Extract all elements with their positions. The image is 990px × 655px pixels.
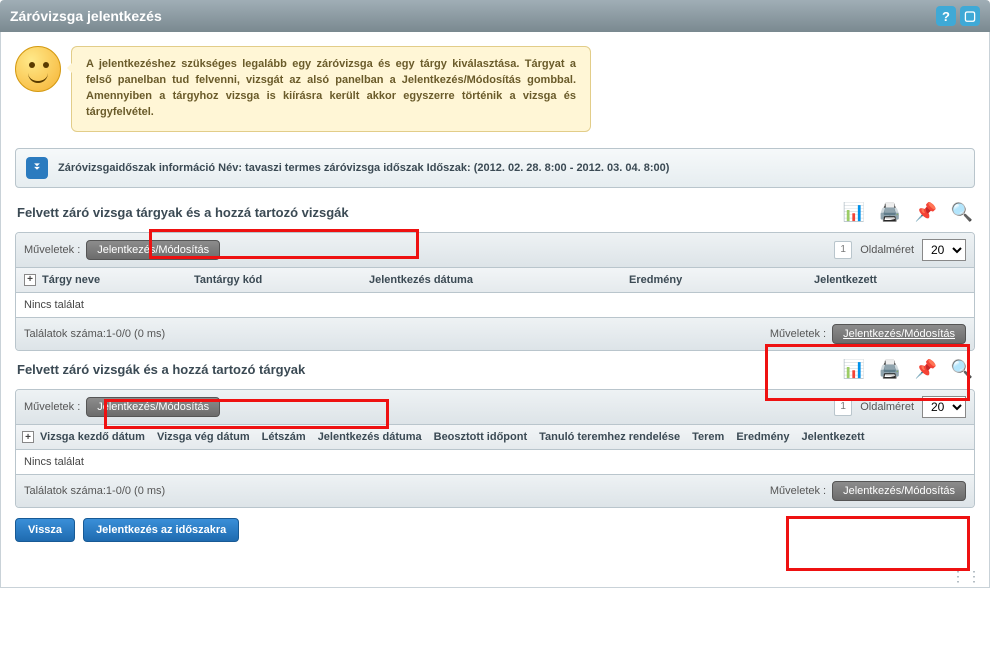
ops-label: Műveletek : xyxy=(24,401,80,413)
section-1-head: Felvett záró vizsga tárgyak és a hozzá t… xyxy=(15,200,975,226)
hint-balloon: A jelentkezéshez szükséges legalább egy … xyxy=(71,46,591,132)
section-1-panel-bar: Műveletek : Jelentkezés/Módosítás 1 Olda… xyxy=(16,233,974,268)
ops-label: Műveletek : xyxy=(24,244,80,256)
hint-text: A jelentkezéshez szükséges legalább egy … xyxy=(86,58,576,118)
section-1-toolbar: 📊 🖨️ 📌 🔍 xyxy=(841,200,975,226)
back-button[interactable]: Vissza xyxy=(15,518,75,542)
pin-icon[interactable]: 📌 xyxy=(913,357,939,383)
pagesize-select[interactable]: 20 xyxy=(922,239,966,261)
footer-ops-label: Műveletek : xyxy=(770,485,826,497)
section-2-head: Felvett záró vizsgák és a hozzá tartozó … xyxy=(15,357,975,383)
col-scheduled-time[interactable]: Beosztott időpont xyxy=(428,425,533,450)
expand-row-icon[interactable]: + xyxy=(22,431,34,443)
col-exam-end[interactable]: Vizsga vég dátum xyxy=(151,425,256,450)
footer-apply-modify-button[interactable]: Jelentkezés/Módosítás xyxy=(832,481,966,501)
window-content: A jelentkezéshez szükséges legalább egy … xyxy=(0,32,990,588)
section-1-footer: Találatok száma:1-0/0 (0 ms) Műveletek :… xyxy=(16,317,974,350)
col-room[interactable]: Terem xyxy=(686,425,730,450)
col-apply-date[interactable]: Jelentkezés dátuma xyxy=(361,268,621,292)
col-applied[interactable]: Jelentkezett xyxy=(796,425,871,450)
pager: 1 Oldalméret 20 xyxy=(834,396,966,418)
section-2-title: Felvett záró vizsgák és a hozzá tartozó … xyxy=(15,358,307,381)
export-xls-icon[interactable]: 📊 xyxy=(841,357,867,383)
pagesize-select[interactable]: 20 xyxy=(922,396,966,418)
section-1-empty: Nincs találat xyxy=(16,293,974,317)
maximize-icon[interactable]: ▢ xyxy=(960,6,980,26)
pagesize-label: Oldalméret xyxy=(860,401,914,413)
ops-button-apply-modify[interactable]: Jelentkezés/Módosítás xyxy=(86,240,220,260)
pagesize-label: Oldalméret xyxy=(860,244,914,256)
col-exam-start[interactable]: Vizsga kezdő dátum xyxy=(40,431,145,443)
section-1-title: Felvett záró vizsga tárgyak és a hozzá t… xyxy=(15,201,351,224)
period-info-text: Záróvizsgaidőszak információ Név: tavasz… xyxy=(58,162,669,174)
footer-apply-modify-button[interactable]: Jelentkezés/Módosítás xyxy=(832,324,966,344)
help-icon[interactable]: ? xyxy=(936,6,956,26)
smiley-icon xyxy=(15,46,61,92)
ops-button-apply-modify[interactable]: Jelentkezés/Módosítás xyxy=(86,397,220,417)
expand-icon[interactable] xyxy=(26,157,48,179)
period-info-bar[interactable]: Záróvizsgaidőszak információ Név: tavasz… xyxy=(15,148,975,188)
window-title: Záróvizsga jelentkezés xyxy=(10,8,162,24)
search-icon[interactable]: 🔍 xyxy=(949,357,975,383)
print-icon[interactable]: 🖨️ xyxy=(877,357,903,383)
window-titlebar: Záróvizsga jelentkezés ? ▢ xyxy=(0,0,990,32)
col-applied[interactable]: Jelentkezett xyxy=(806,268,974,292)
pin-icon[interactable]: 📌 xyxy=(913,200,939,226)
section-2-panel: Műveletek : Jelentkezés/Módosítás 1 Olda… xyxy=(15,389,975,509)
col-result[interactable]: Eredmény xyxy=(730,425,795,450)
action-buttons: Vissza Jelentkezés az időszakra xyxy=(15,518,975,542)
col-result[interactable]: Eredmény xyxy=(621,268,806,292)
titlebar-actions: ? ▢ xyxy=(936,6,980,26)
col-capacity[interactable]: Létszám xyxy=(256,425,312,450)
result-count: Találatok száma:1-0/0 (0 ms) xyxy=(24,328,165,340)
page-number[interactable]: 1 xyxy=(834,241,852,259)
page-number[interactable]: 1 xyxy=(834,398,852,416)
col-subject-name[interactable]: Tárgy neve xyxy=(42,274,100,286)
section-2-panel-bar: Műveletek : Jelentkezés/Módosítás 1 Olda… xyxy=(16,390,974,425)
result-count: Találatok száma:1-0/0 (0 ms) xyxy=(24,485,165,497)
section-1-panel: Műveletek : Jelentkezés/Módosítás 1 Olda… xyxy=(15,232,975,351)
col-subject-code[interactable]: Tantárgy kód xyxy=(186,268,361,292)
section-2-columns: + Vizsga kezdő dátum Vizsga vég dátum Lét… xyxy=(16,425,974,451)
section-1-columns: + Tárgy neve Tantárgy kód Jelentkezés dát… xyxy=(16,268,974,293)
print-icon[interactable]: 🖨️ xyxy=(877,200,903,226)
search-icon[interactable]: 🔍 xyxy=(949,200,975,226)
footer-ops-label: Műveletek : xyxy=(770,328,826,340)
section-2-toolbar: 📊 🖨️ 📌 🔍 xyxy=(841,357,975,383)
col-apply-date[interactable]: Jelentkezés dátuma xyxy=(312,425,428,450)
pager: 1 Oldalméret 20 xyxy=(834,239,966,261)
expand-row-icon[interactable]: + xyxy=(24,274,36,286)
col-student-room[interactable]: Tanuló teremhez rendelése xyxy=(533,425,686,450)
apply-period-button[interactable]: Jelentkezés az időszakra xyxy=(83,518,239,542)
export-xls-icon[interactable]: 📊 xyxy=(841,200,867,226)
resize-handle-icon[interactable]: ⋮⋮ xyxy=(1,564,989,587)
section-2-footer: Találatok száma:1-0/0 (0 ms) Műveletek :… xyxy=(16,474,974,507)
section-2-empty: Nincs találat xyxy=(16,450,974,474)
hint-row: A jelentkezéshez szükséges legalább egy … xyxy=(15,46,975,132)
